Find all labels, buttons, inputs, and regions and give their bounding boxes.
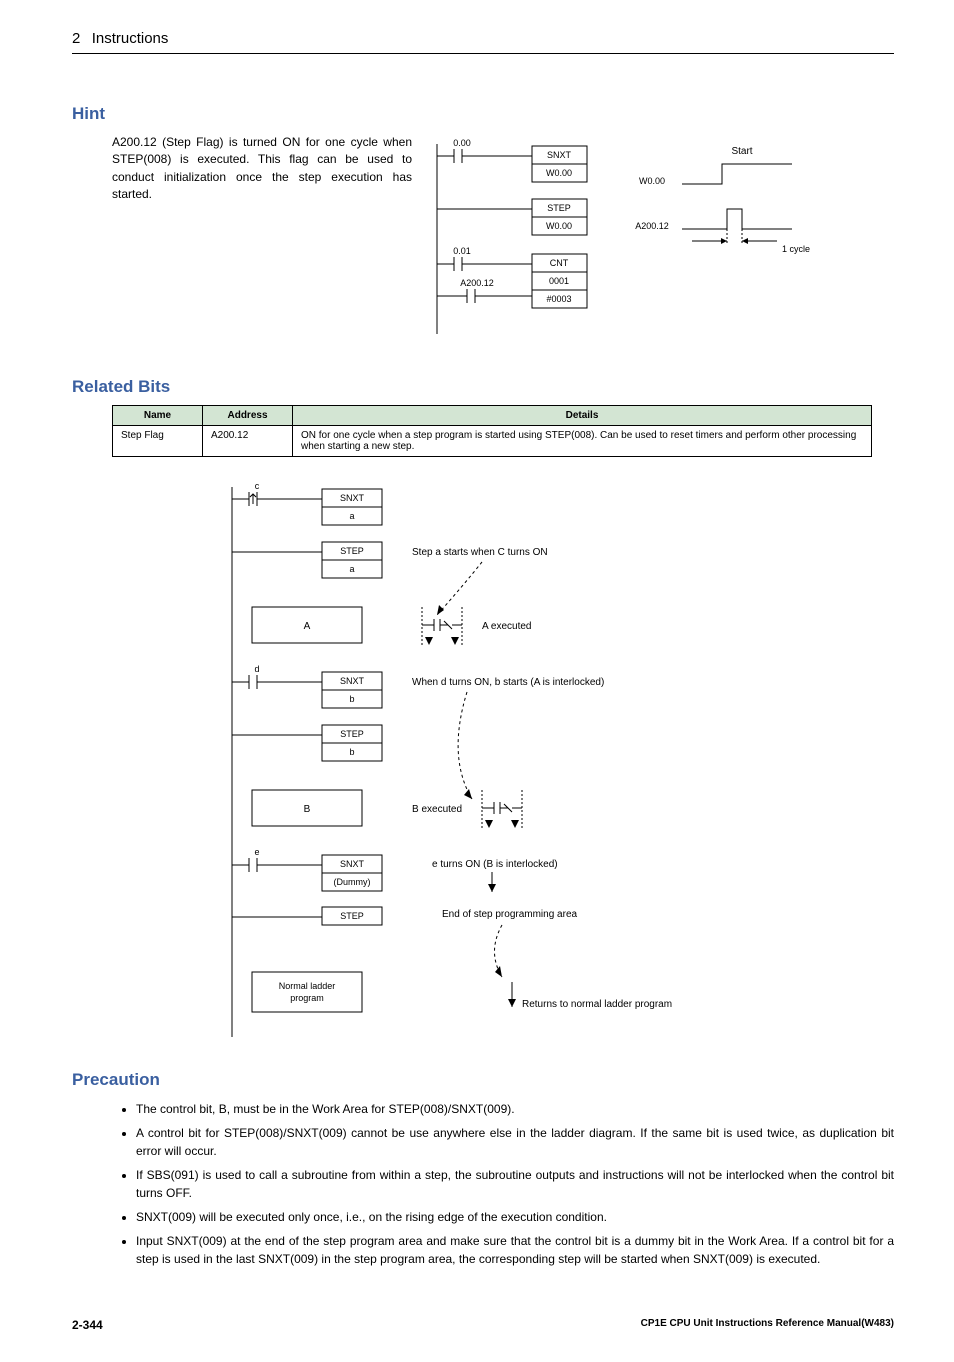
svg-text:W0.00: W0.00 (546, 168, 572, 178)
svg-text:A executed: A executed (482, 621, 531, 632)
page-header: 2 Instructions (72, 30, 894, 54)
svg-text:a: a (349, 564, 354, 574)
list-item: A control bit for STEP(008)/SNXT(009) ca… (136, 1124, 894, 1160)
svg-text:STEP: STEP (340, 729, 364, 739)
svg-text:e turns ON (B is interlocked): e turns ON (B is interlocked) (432, 859, 558, 870)
hint-timing-diagram: Start W0.00 A200.12 1 cycle (632, 134, 812, 337)
svg-text:B executed: B executed (412, 804, 462, 815)
section-number: 2 (72, 30, 80, 47)
col-name: Name (113, 406, 203, 426)
svg-text:1 cycle: 1 cycle (782, 244, 810, 254)
svg-text:CNT: CNT (550, 258, 569, 268)
svg-text:Returns to normal ladder progr: Returns to normal ladder program (522, 999, 672, 1010)
col-details: Details (293, 406, 872, 426)
svg-text:c: c (255, 481, 260, 491)
svg-text:#0003: #0003 (546, 294, 571, 304)
svg-text:STEP: STEP (340, 911, 364, 921)
svg-text:End of step programming area: End of step programming area (442, 909, 578, 920)
page-number: 2-344 (72, 1318, 103, 1332)
contact-label: 0.00 (453, 138, 471, 148)
precaution-list: The control bit, B, must be in the Work … (72, 1100, 894, 1268)
hint-section: Hint A200.12 (Step Flag) is turned ON fo… (72, 104, 894, 337)
svg-text:SNXT: SNXT (340, 493, 365, 503)
svg-text:Start: Start (731, 146, 752, 157)
cell-name: Step Flag (113, 426, 203, 457)
step-program-diagram: c SNXT a STEP a Step a starts when C tur… (212, 477, 894, 1040)
svg-text:STEP: STEP (340, 546, 364, 556)
cell-details: ON for one cycle when a step program is … (293, 426, 872, 457)
hint-text: A200.12 (Step Flag) is turned ON for one… (72, 134, 412, 337)
svg-text:SNXT: SNXT (340, 676, 365, 686)
list-item: Input SNXT(009) at the end of the step p… (136, 1232, 894, 1268)
svg-text:Step a starts when C turns ON: Step a starts when C turns ON (412, 547, 548, 558)
related-heading: Related Bits (72, 377, 894, 397)
svg-text:b: b (349, 747, 354, 757)
svg-text:program: program (290, 993, 324, 1003)
svg-text:SNXT: SNXT (547, 150, 572, 160)
svg-text:Normal ladder: Normal ladder (279, 981, 336, 991)
svg-text:a: a (349, 511, 354, 521)
svg-text:B: B (304, 804, 311, 815)
related-bits-section: Related Bits Name Address Details Step F… (72, 377, 894, 1040)
hint-ladder-diagram: 0.00 SNXT W0.00 STEP W0.00 0. (432, 134, 602, 337)
svg-text:d: d (254, 664, 259, 674)
list-item: If SBS(091) is used to call a subroutine… (136, 1166, 894, 1202)
svg-text:A200.12: A200.12 (460, 278, 494, 288)
col-address: Address (203, 406, 293, 426)
precaution-heading: Precaution (72, 1070, 894, 1090)
table-row: Step Flag A200.12 ON for one cycle when … (113, 426, 872, 457)
related-bits-table: Name Address Details Step Flag A200.12 O… (112, 405, 872, 457)
svg-text:0001: 0001 (549, 276, 569, 286)
cell-address: A200.12 (203, 426, 293, 457)
list-item: The control bit, B, must be in the Work … (136, 1100, 894, 1118)
svg-text:W0.00: W0.00 (546, 221, 572, 231)
svg-text:0.01: 0.01 (453, 246, 471, 256)
svg-text:STEP: STEP (547, 203, 571, 213)
manual-title: CP1E CPU Unit Instructions Reference Man… (641, 1318, 894, 1332)
svg-text:b: b (349, 694, 354, 704)
svg-text:e: e (254, 847, 259, 857)
svg-text:(Dummy): (Dummy) (334, 877, 371, 887)
section-title: Instructions (92, 30, 169, 47)
svg-text:A: A (304, 621, 311, 632)
page-footer: 2-344 CP1E CPU Unit Instructions Referen… (72, 1318, 894, 1332)
hint-heading: Hint (72, 104, 894, 124)
svg-text:A200.12: A200.12 (635, 221, 669, 231)
svg-text:When d turns ON, b starts (A i: When d turns ON, b starts (A is interloc… (412, 677, 604, 688)
precaution-section: Precaution The control bit, B, must be i… (72, 1070, 894, 1268)
svg-text:SNXT: SNXT (340, 859, 365, 869)
svg-text:W0.00: W0.00 (639, 176, 665, 186)
list-item: SNXT(009) will be executed only once, i.… (136, 1208, 894, 1226)
